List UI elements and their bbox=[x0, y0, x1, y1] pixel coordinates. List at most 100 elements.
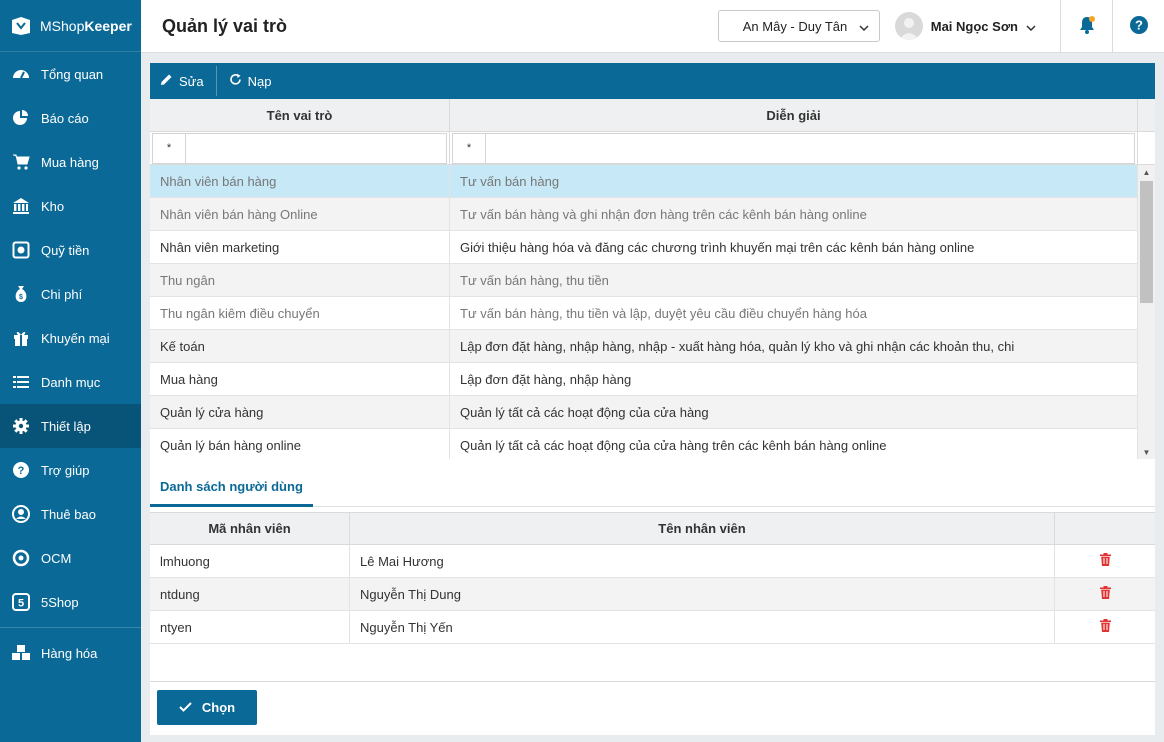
bell-icon bbox=[1077, 15, 1097, 38]
column-header-employee-name[interactable]: Tên nhân viên bbox=[350, 513, 1055, 544]
tab-user-list[interactable]: Danh sách người dùng bbox=[150, 469, 313, 507]
sidebar-item-money-bag[interactable]: $ Chi phí bbox=[0, 272, 141, 316]
sidebar-item-label: OCM bbox=[41, 550, 72, 566]
scrollbar-thumb[interactable] bbox=[1140, 181, 1153, 303]
role-row[interactable]: Nhân viên bán hàng Online Tư vấn bán hàng… bbox=[150, 198, 1138, 231]
role-description-cell: Giới thiệu hàng hóa và đăng các chương t… bbox=[450, 231, 1138, 263]
sidebar-item-gear[interactable]: Thiết lập bbox=[0, 404, 141, 448]
edit-label: Sửa bbox=[179, 73, 204, 89]
gift-icon bbox=[11, 328, 31, 348]
employee-code-cell: ntdung bbox=[150, 578, 350, 610]
role-row[interactable]: Thu ngân kiêm điều chuyển Tư vấn bán hàng… bbox=[150, 297, 1138, 330]
top-header: Quản lý vai trò An Mây - Duy Tân Mai Ngọ… bbox=[141, 0, 1164, 53]
role-description-cell: Lập đơn đặt hàng, nhập hàng, nhập - xuất… bbox=[450, 330, 1138, 362]
filter-operator-button[interactable]: * bbox=[152, 132, 185, 164]
sidebar-item-warehouse[interactable]: Kho bbox=[0, 184, 141, 228]
ocm-icon bbox=[11, 548, 31, 568]
sidebar-item-user-circle[interactable]: Thuê bao bbox=[0, 492, 141, 536]
sidebar-item-5shop[interactable]: 5 5Shop bbox=[0, 580, 141, 624]
delete-user-button[interactable] bbox=[1055, 578, 1155, 610]
sidebar-item-label: Kho bbox=[41, 198, 65, 214]
sidebar-item-ocm[interactable]: OCM bbox=[0, 536, 141, 580]
filter-operator-button[interactable]: * bbox=[452, 132, 485, 164]
filter-description-input[interactable] bbox=[485, 132, 1135, 164]
role-description-cell: Lập đơn đặt hàng, nhập hàng bbox=[450, 363, 1138, 395]
roles-grid-header: Tên vai trò Diễn giải bbox=[150, 99, 1155, 132]
user-row[interactable]: lmhuong Lê Mai Hương bbox=[150, 545, 1155, 578]
role-name-cell: Nhân viên bán hàng bbox=[150, 165, 450, 197]
toolbar-divider bbox=[215, 66, 217, 96]
employee-name-cell: Nguyễn Thị Dung bbox=[350, 578, 1055, 610]
money-bag-icon: $ bbox=[11, 284, 31, 304]
sidebar-item-label: Hàng hóa bbox=[41, 645, 98, 661]
sidebar-item-pie-chart[interactable]: Báo cáo bbox=[0, 96, 141, 140]
reload-button[interactable]: Nạp bbox=[227, 63, 284, 99]
role-name-cell: Nhân viên bán hàng Online bbox=[150, 198, 450, 230]
branch-select-value: An Mây - Duy Tân bbox=[742, 18, 848, 34]
choose-label: Chọn bbox=[201, 700, 236, 715]
avatar bbox=[894, 12, 923, 40]
boxes-icon bbox=[11, 643, 31, 663]
vertical-scrollbar[interactable]: ▲ ▼ bbox=[1138, 165, 1155, 459]
user-menu[interactable]: Mai Ngọc Sơn bbox=[894, 12, 1036, 40]
chevron-down-icon bbox=[859, 19, 869, 34]
role-row[interactable]: Kế toán Lập đơn đặt hàng, nhập hàng, nhập… bbox=[150, 330, 1138, 363]
filter-role-name: * bbox=[150, 132, 450, 164]
column-header-employee-code[interactable]: Mã nhân viên bbox=[150, 513, 350, 544]
scroll-down-icon[interactable]: ▼ bbox=[1138, 445, 1155, 459]
sidebar-item-help[interactable]: ? Trợ giúp bbox=[0, 448, 141, 492]
mshopkeeper-logo-icon bbox=[10, 16, 32, 36]
role-name-cell: Kế toán bbox=[150, 330, 450, 362]
sidebar-item-gift[interactable]: Khuyến mại bbox=[0, 316, 141, 360]
role-row[interactable]: Quản lý cửa hàng Quản lý tất cả các hoạt … bbox=[150, 396, 1138, 429]
sidebar-item-label: Tổng quan bbox=[41, 66, 104, 82]
detail-tabs: Danh sách người dùng bbox=[150, 469, 1155, 507]
employee-name-cell: Lê Mai Hương bbox=[350, 545, 1055, 577]
column-header-description[interactable]: Diễn giải bbox=[450, 99, 1138, 131]
column-header-role-name[interactable]: Tên vai trò bbox=[150, 99, 450, 131]
sidebar-item-safe[interactable]: Quỹ tiền bbox=[0, 228, 141, 272]
delete-user-button[interactable] bbox=[1055, 611, 1155, 643]
role-description-cell: Tư vấn bán hàng, thu tiền và lập, duyệt … bbox=[450, 297, 1138, 329]
choose-button[interactable]: Chọn bbox=[157, 690, 257, 725]
footer-divider bbox=[150, 681, 1155, 682]
role-name-cell: Quản lý bán hàng online bbox=[150, 429, 450, 459]
user-row[interactable]: ntyen Nguyễn Thị Yến bbox=[150, 611, 1155, 644]
page-title: Quản lý vai trò bbox=[162, 15, 288, 36]
sidebar-item-dashboard[interactable]: Tổng quan bbox=[0, 52, 141, 96]
help-button[interactable]: ? bbox=[1113, 0, 1164, 53]
notification-button[interactable] bbox=[1061, 0, 1112, 53]
employee-name-cell: Nguyễn Thị Yến bbox=[350, 611, 1055, 643]
users-grid-header: Mã nhân viên Tên nhân viên bbox=[150, 512, 1155, 545]
users-grid: Mã nhân viên Tên nhân viên lmhuong Lê Mai… bbox=[150, 512, 1155, 644]
edit-button[interactable]: Sửa bbox=[158, 63, 216, 99]
employee-code-cell: ntyen bbox=[150, 611, 350, 643]
user-row[interactable]: ntdung Nguyễn Thị Dung bbox=[150, 578, 1155, 611]
scroll-up-icon[interactable]: ▲ bbox=[1138, 165, 1155, 179]
sidebar-item-cart[interactable]: Mua hàng bbox=[0, 140, 141, 184]
filter-role-name-input[interactable] bbox=[185, 132, 447, 164]
svg-text:5: 5 bbox=[18, 598, 24, 610]
branch-select[interactable]: An Mây - Duy Tân bbox=[717, 10, 880, 42]
sidebar-item-label: Chi phí bbox=[41, 286, 83, 302]
filter-description: * bbox=[450, 132, 1138, 164]
sidebar-item-label: 5Shop bbox=[41, 594, 79, 610]
role-name-cell: Quản lý cửa hàng bbox=[150, 396, 450, 428]
role-row[interactable]: Nhân viên marketing Giới thiệu hàng hóa v… bbox=[150, 231, 1138, 264]
gear-icon bbox=[11, 416, 31, 436]
refresh-icon bbox=[229, 73, 242, 89]
sidebar-item-list[interactable]: Danh mục bbox=[0, 360, 141, 404]
sidebar-item-label: Thiết lập bbox=[41, 418, 91, 434]
role-row[interactable]: Mua hàng Lập đơn đặt hàng, nhập hàng bbox=[150, 363, 1138, 396]
delete-user-button[interactable] bbox=[1055, 545, 1155, 577]
role-row[interactable]: Thu ngân Tư vấn bán hàng, thu tiền bbox=[150, 264, 1138, 297]
sidebar-item-boxes[interactable]: Hàng hóa bbox=[0, 631, 141, 675]
role-row[interactable]: Quản lý bán hàng online Quản lý tất cả cá… bbox=[150, 429, 1138, 459]
sidebar-divider bbox=[0, 627, 141, 628]
trash-icon bbox=[1099, 586, 1111, 602]
role-row[interactable]: Nhân viên bán hàng Tư vấn bán hàng bbox=[150, 165, 1138, 198]
brand[interactable]: MShopKeeper bbox=[0, 0, 141, 52]
safe-icon bbox=[11, 240, 31, 260]
check-icon bbox=[179, 700, 192, 715]
help-icon: ? bbox=[11, 460, 31, 480]
